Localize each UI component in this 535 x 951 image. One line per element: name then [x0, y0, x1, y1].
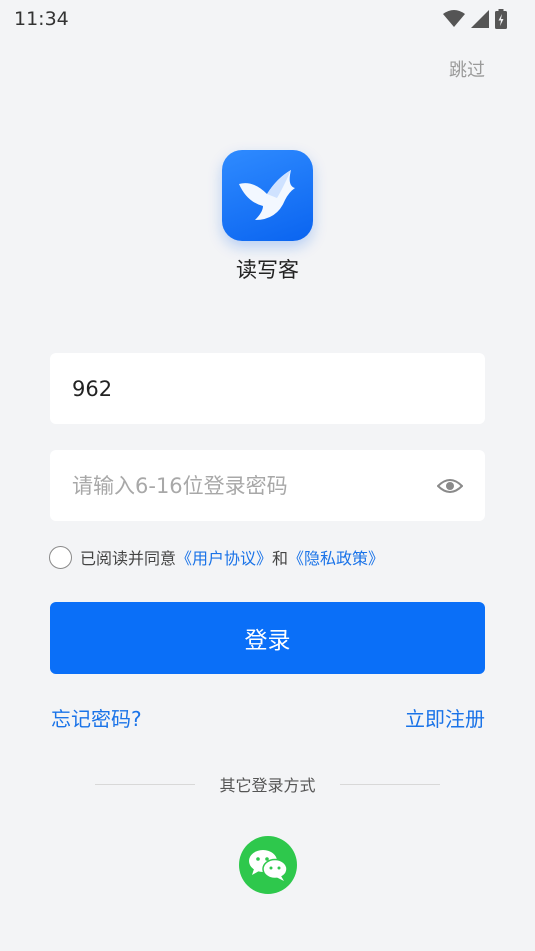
divider-line-left — [95, 783, 195, 785]
password-field[interactable] — [50, 450, 485, 521]
wifi-icon — [443, 10, 465, 27]
username-input[interactable] — [72, 376, 463, 401]
bird-icon — [238, 169, 295, 220]
status-time: 11:34 — [14, 8, 69, 30]
login-button[interactable]: 登录 — [50, 602, 485, 674]
agreement-row: 已阅读并同意 《用户协议》 和 《隐私政策》 — [49, 545, 384, 569]
username-field[interactable] — [50, 353, 485, 424]
eye-icon[interactable] — [437, 476, 463, 496]
agreement-prefix: 已阅读并同意 — [80, 549, 177, 568]
privacy-policy-link[interactable]: 《隐私政策》 — [288, 545, 384, 569]
app-logo — [222, 150, 313, 241]
cell-signal-icon — [471, 10, 489, 28]
other-login-label: 其它登录方式 — [219, 776, 316, 795]
other-login-divider: 其它登录方式 — [95, 772, 440, 796]
app-name: 读写客 — [236, 258, 299, 282]
battery-icon — [495, 9, 507, 29]
skip-button[interactable]: 跳过 — [449, 56, 485, 82]
register-link[interactable]: 立即注册 — [405, 703, 485, 732]
wechat-icon — [249, 850, 288, 881]
status-icons — [443, 9, 507, 29]
user-agreement-link[interactable]: 《用户协议》 — [176, 545, 272, 569]
password-input[interactable] — [72, 473, 437, 498]
agreement-radio[interactable] — [49, 545, 72, 569]
status-bar: 11:34 — [0, 0, 535, 38]
wechat-login-button[interactable] — [239, 836, 297, 894]
divider-line-right — [339, 783, 440, 785]
forgot-password-link[interactable]: 忘记密码? — [51, 703, 142, 732]
agreement-and: 和 — [272, 549, 289, 568]
